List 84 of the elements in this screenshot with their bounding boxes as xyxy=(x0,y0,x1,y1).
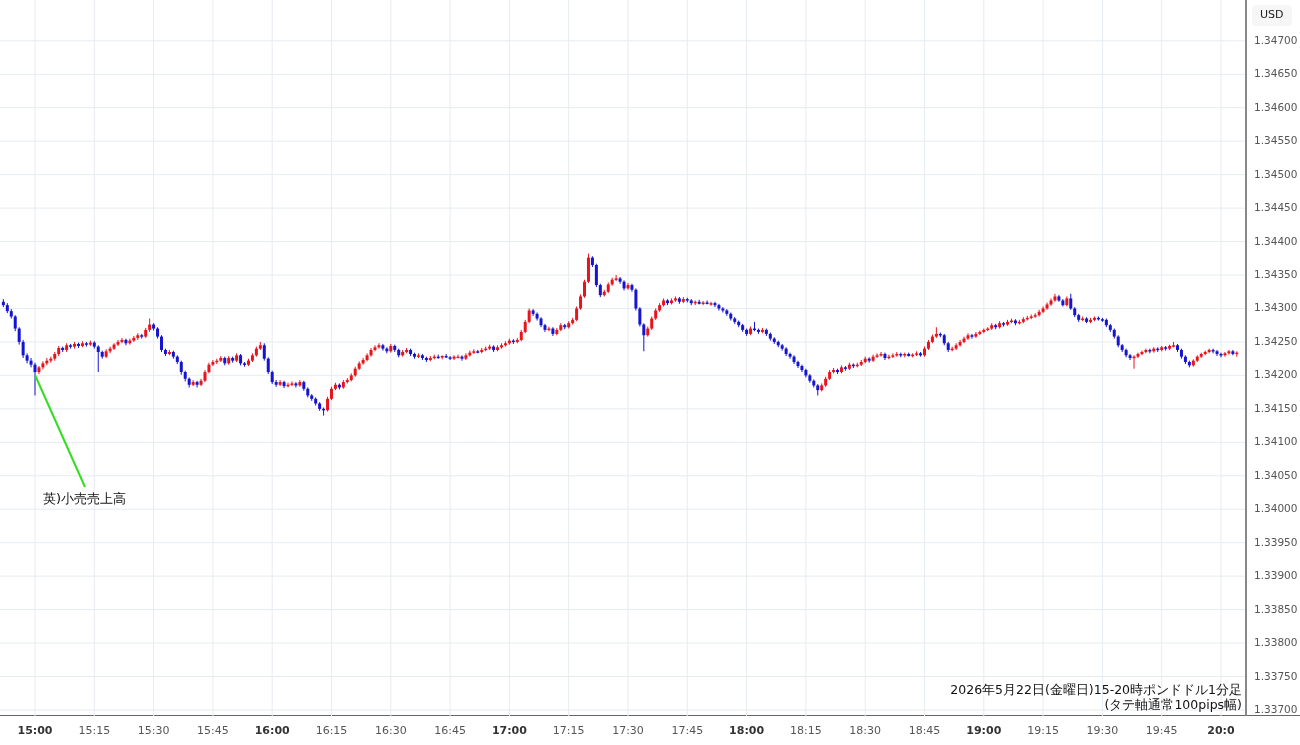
time-label: 15:45 xyxy=(197,723,229,739)
time-label: 16:15 xyxy=(315,723,348,739)
time-label: 19:45 xyxy=(1145,723,1178,739)
time-label: 15:00 xyxy=(17,723,53,739)
candlestick xyxy=(377,342,381,350)
time-label: 18:15 xyxy=(790,723,822,739)
price-label: 1.34350 xyxy=(1254,267,1298,283)
time-label: 16:30 xyxy=(374,723,407,739)
candlestick xyxy=(970,333,974,340)
candlestick xyxy=(1215,349,1219,357)
candlestick xyxy=(713,301,717,308)
candlestick xyxy=(974,331,978,339)
candlestick xyxy=(294,381,298,388)
candlestick xyxy=(1053,293,1057,303)
candlestick xyxy=(1223,351,1227,358)
time-label: 18:30 xyxy=(849,723,882,739)
time-label: 17:30 xyxy=(612,723,644,739)
time-label: 18:00 xyxy=(729,723,765,739)
price-label: 1.34700 xyxy=(1254,32,1298,48)
price-label: 1.33700 xyxy=(1254,702,1298,718)
price-label: 1.34500 xyxy=(1254,166,1298,182)
price-label: 1.34450 xyxy=(1254,200,1298,216)
time-label: 17:45 xyxy=(671,723,704,739)
candlestick xyxy=(191,379,195,387)
candlestick xyxy=(120,337,124,344)
time-label: 19:00 xyxy=(966,723,1002,739)
candlestick xyxy=(452,354,456,361)
candlestick xyxy=(626,282,630,291)
candlestick xyxy=(709,301,713,307)
candlestick xyxy=(361,357,365,366)
time-label: 15:30 xyxy=(137,723,170,739)
candlestick xyxy=(460,354,464,362)
price-label: 1.33950 xyxy=(1254,534,1298,550)
candlestick xyxy=(116,339,120,347)
price-label: 1.34600 xyxy=(1254,99,1298,115)
price-label: 1.34400 xyxy=(1254,233,1298,249)
time-label: 16:45 xyxy=(434,723,466,739)
candlestick xyxy=(1128,353,1132,361)
candlestick xyxy=(721,306,725,313)
candlestick xyxy=(583,279,587,299)
price-label: 1.34100 xyxy=(1254,434,1298,450)
price-label: 1.33800 xyxy=(1254,635,1298,651)
price-label: 1.33850 xyxy=(1254,601,1298,617)
price-label: 1.34150 xyxy=(1254,400,1298,416)
candlestick xyxy=(96,344,100,373)
candlestick xyxy=(614,274,618,282)
price-label: 1.34250 xyxy=(1254,334,1298,350)
candlestick xyxy=(1037,309,1041,318)
time-label: 17:00 xyxy=(491,723,527,739)
price-label: 1.34550 xyxy=(1254,133,1298,149)
time-label: 18:45 xyxy=(908,723,941,739)
price-label: 1.34000 xyxy=(1254,501,1298,517)
time-label: 17:15 xyxy=(552,723,585,739)
candlestick xyxy=(701,300,705,306)
time-label: 16:00 xyxy=(254,723,290,739)
candlestick xyxy=(958,339,962,348)
time-label: 20:0 xyxy=(1207,723,1235,739)
price-label: 1.34300 xyxy=(1254,300,1298,316)
candlestick xyxy=(1049,297,1053,307)
candlestick xyxy=(705,299,709,305)
candlestick xyxy=(891,352,895,359)
candlestick xyxy=(298,379,302,388)
candlestick xyxy=(594,263,598,288)
candlestick xyxy=(278,379,282,387)
chart-caption: 2026年5月22日(金曜日)15-20時ポンドドル1分足 xyxy=(950,683,1242,698)
candlestick xyxy=(290,380,294,387)
candlestick xyxy=(1045,301,1049,311)
candlestick xyxy=(41,360,45,370)
chart-caption: (タテ軸通常100pips幅) xyxy=(1103,697,1242,712)
time-label: 15:15 xyxy=(78,723,111,739)
candlestick xyxy=(33,362,37,396)
candlestick xyxy=(788,352,792,360)
price-label: 1.34200 xyxy=(1254,367,1298,383)
candlestick xyxy=(1227,349,1231,356)
annotation-label: 英)小売売上高 xyxy=(43,490,127,508)
candlestick xyxy=(448,355,452,361)
price-label: 1.34050 xyxy=(1254,467,1298,483)
price-label: 1.34650 xyxy=(1254,66,1298,82)
time-label: 19:30 xyxy=(1086,723,1119,739)
currency-label: USD xyxy=(1252,5,1292,26)
candlestick xyxy=(875,352,879,359)
price-label: 1.33750 xyxy=(1254,668,1298,684)
time-label: 19:15 xyxy=(1027,723,1059,739)
price-label: 1.33900 xyxy=(1254,568,1298,584)
